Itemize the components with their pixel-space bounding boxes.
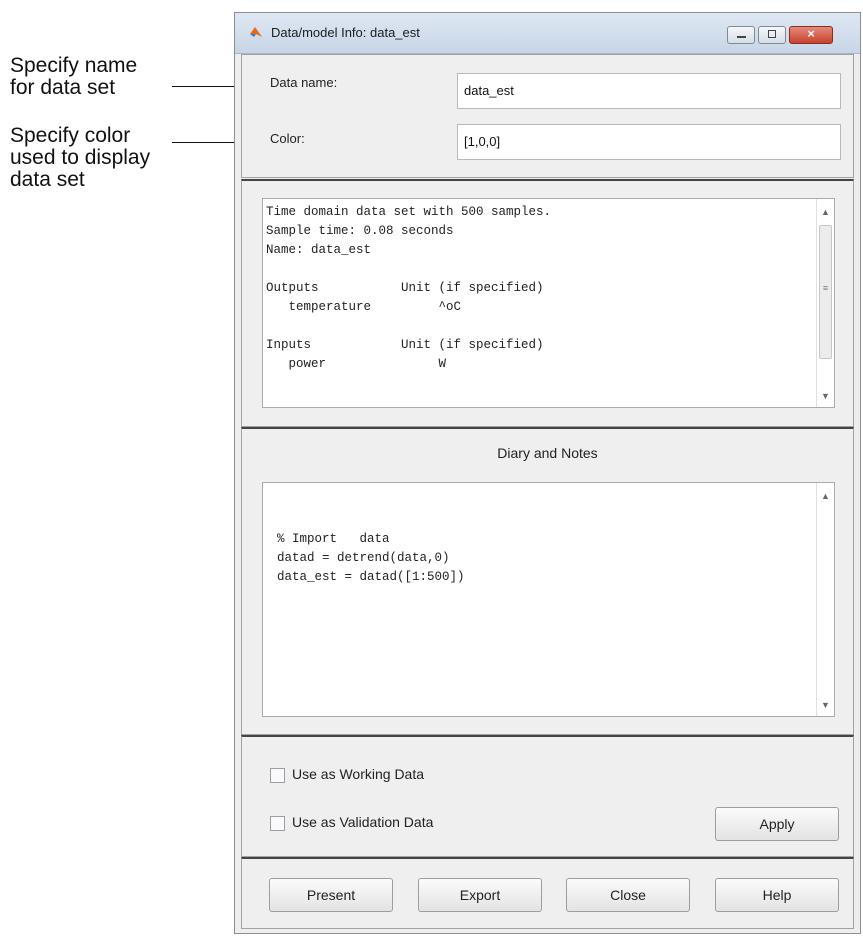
- data-name-label: Data name:: [270, 75, 338, 90]
- close-window-button[interactable]: ×: [789, 26, 833, 44]
- close-icon: ×: [807, 26, 815, 41]
- scroll-up-arrow-icon[interactable]: ▲: [817, 491, 834, 501]
- export-button[interactable]: Export: [418, 878, 542, 912]
- notes-text-pane[interactable]: % Import data datad = detrend(data,0) da…: [262, 482, 835, 717]
- info-text-pane[interactable]: Time domain data set with 500 samples. S…: [262, 198, 835, 408]
- grip-icon: ≡: [822, 283, 829, 293]
- minimize-icon: [737, 36, 746, 38]
- matlab-logo-icon: [250, 27, 262, 37]
- callout-data-name: Specify name for data set: [10, 54, 138, 99]
- data-name-field[interactable]: data_est: [457, 73, 841, 109]
- info-section: Time domain data set with 500 samples. S…: [241, 179, 854, 427]
- scroll-up-arrow-icon[interactable]: ▲: [817, 207, 834, 217]
- scroll-down-arrow-icon[interactable]: ▼: [817, 700, 834, 710]
- validation-data-label[interactable]: Use as Validation Data: [292, 814, 433, 830]
- notes-text: % Import data datad = detrend(data,0) da…: [277, 532, 465, 584]
- usage-section: Use as Working Data Use as Validation Da…: [241, 735, 854, 857]
- maximize-icon: [768, 30, 776, 38]
- validation-data-checkbox[interactable]: [270, 816, 285, 831]
- button-bar: Present Export Close Help: [241, 857, 854, 929]
- color-field[interactable]: [1,0,0]: [457, 124, 841, 160]
- close-button[interactable]: Close: [566, 878, 690, 912]
- color-label: Color:: [270, 131, 305, 146]
- callout-color: Specify color used to display data set: [10, 124, 151, 191]
- working-data-checkbox[interactable]: [270, 768, 285, 783]
- info-scrollbar[interactable]: ▲ ≡ ▼: [816, 199, 834, 407]
- title-bar[interactable]: Data/model Info: data_est ×: [235, 13, 860, 54]
- help-button[interactable]: Help: [715, 878, 839, 912]
- notes-title: Diary and Notes: [497, 445, 598, 461]
- minimize-button[interactable]: [727, 26, 755, 44]
- working-data-label[interactable]: Use as Working Data: [292, 766, 424, 782]
- notes-scrollbar[interactable]: ▲ ▼: [816, 483, 834, 716]
- info-scroll-thumb[interactable]: ≡: [819, 225, 832, 359]
- window-title: Data/model Info: data_est: [271, 25, 420, 40]
- properties-section: Data name: data_est Color: [1,0,0]: [241, 54, 854, 178]
- present-button[interactable]: Present: [269, 878, 393, 912]
- apply-button[interactable]: Apply: [715, 807, 839, 841]
- notes-section: Diary and Notes % Import data datad = de…: [241, 427, 854, 735]
- data-model-info-dialog: Data/model Info: data_est × Data name: d…: [234, 12, 861, 934]
- info-text: Time domain data set with 500 samples. S…: [266, 205, 552, 371]
- maximize-button[interactable]: [758, 26, 786, 44]
- scroll-down-arrow-icon[interactable]: ▼: [817, 391, 834, 401]
